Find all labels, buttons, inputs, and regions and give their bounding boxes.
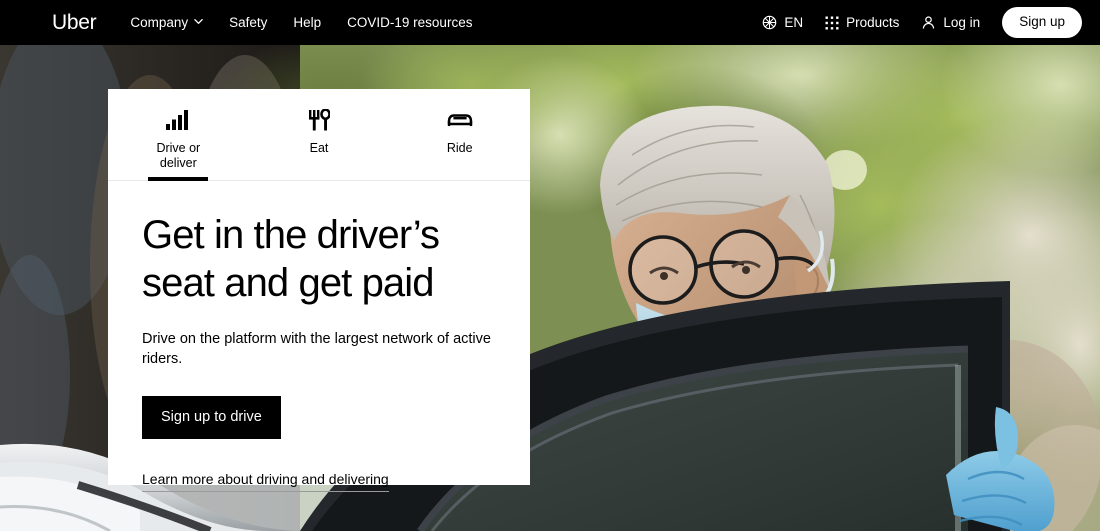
card-content: Get in the driver’s seat and get paid Dr…	[108, 181, 530, 493]
tab-ride-label: Ride	[446, 141, 473, 155]
tab-eat-label: Eat	[309, 141, 329, 155]
nav-item-covid-resources[interactable]: COVID-19 resources	[347, 15, 472, 30]
login-link[interactable]: Log in	[921, 15, 980, 30]
tab-eat[interactable]: Eat	[249, 89, 390, 180]
login-label: Log in	[943, 15, 981, 30]
tab-ride[interactable]: Ride	[389, 89, 530, 180]
person-icon	[921, 15, 936, 30]
language-selector[interactable]: EN	[762, 15, 803, 30]
hero-card: Drive or deliver Eat Ride Get in the dri…	[108, 89, 530, 493]
nav-item-help[interactable]: Help	[293, 15, 321, 30]
nav-item-safety[interactable]: Safety	[229, 15, 267, 30]
uber-logo[interactable]: Uber	[52, 12, 97, 33]
page-subtitle: Drive on the platform with the largest n…	[142, 331, 491, 368]
language-label: EN	[784, 15, 804, 30]
active-tab-indicator	[148, 177, 209, 181]
site-header: Uber Company Safety Help COVID-19 resour…	[0, 0, 1100, 45]
grid-apps-icon	[825, 16, 839, 30]
nav-item-company[interactable]: Company	[130, 15, 203, 30]
fork-spoon-icon	[308, 108, 330, 132]
signup-to-drive-button[interactable]: Sign up to drive	[142, 395, 281, 440]
signup-button[interactable]: Sign up	[1002, 7, 1082, 38]
tab-drive-or-deliver-label: Drive or deliver	[156, 141, 201, 170]
chevron-down-icon	[194, 17, 203, 26]
car-front-icon	[447, 108, 473, 132]
service-tabs: Drive or deliver Eat Ride	[108, 89, 530, 181]
primary-navigation: Uber Company Safety Help COVID-19 resour…	[52, 12, 472, 33]
uber-homepage: Uber Company Safety Help COVID-19 resour…	[0, 0, 1100, 531]
globe-icon	[762, 15, 777, 30]
learn-more-link[interactable]: Learn more about driving and delivering	[142, 470, 389, 493]
bar-chart-icon	[166, 108, 190, 132]
products-label: Products	[846, 15, 900, 30]
products-menu[interactable]: Products	[825, 15, 899, 30]
learn-more-wrapper: Learn more about driving and delivering	[142, 470, 496, 493]
tab-drive-or-deliver[interactable]: Drive or deliver	[108, 89, 249, 181]
secondary-navigation: EN Products Log in Sign up	[762, 7, 1082, 38]
nav-item-company-label: Company	[130, 15, 189, 30]
page-title: Get in the driver’s seat and get paid	[142, 213, 440, 305]
